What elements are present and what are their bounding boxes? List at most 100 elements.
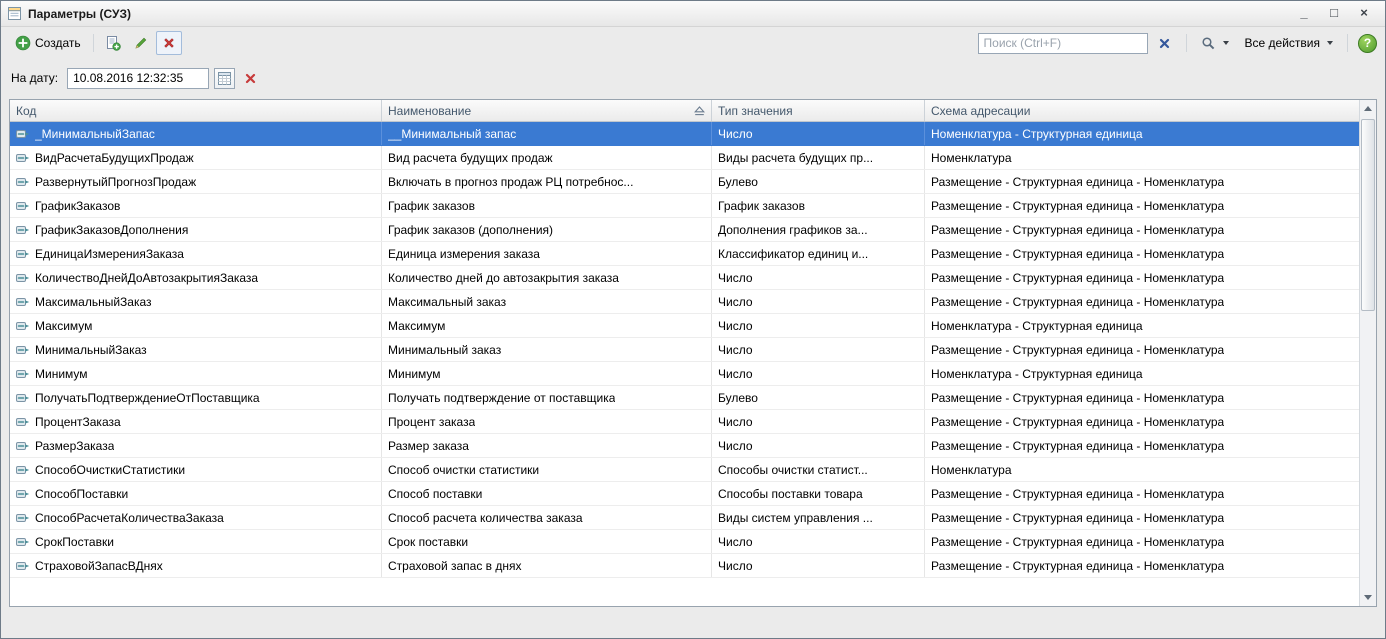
- table-row[interactable]: СрокПоставки Срок поставки Число Размеще…: [10, 530, 1359, 554]
- cell-type: Булево: [712, 386, 925, 409]
- scroll-thumb[interactable]: [1361, 119, 1375, 311]
- table-row[interactable]: ВидРасчетаБудущихПродаж Вид расчета буду…: [10, 146, 1359, 170]
- minimize-button[interactable]: _: [1293, 5, 1315, 23]
- column-header-scheme[interactable]: Схема адресации: [925, 100, 1359, 121]
- create-button-label: Создать: [35, 36, 81, 50]
- cell-code: Минимум: [10, 362, 382, 385]
- table-row[interactable]: МаксимальныйЗаказ Максимальный заказ Чис…: [10, 290, 1359, 314]
- table-row[interactable]: КоличествоДнейДоАвтозакрытияЗаказа Колич…: [10, 266, 1359, 290]
- column-header-name[interactable]: Наименование: [382, 100, 712, 121]
- search-input[interactable]: [978, 33, 1148, 54]
- cell-name: График заказов (дополнения): [382, 218, 712, 241]
- cell-name: Размер заказа: [382, 434, 712, 457]
- cell-scheme: Размещение - Структурная единица - Номен…: [925, 290, 1359, 313]
- parameter-icon: [16, 176, 30, 188]
- cell-code: СрокПоставки: [10, 530, 382, 553]
- cell-name: Процент заказа: [382, 410, 712, 433]
- table-row[interactable]: ГрафикЗаказов График заказов График зака…: [10, 194, 1359, 218]
- cell-type: Виды систем управления ...: [712, 506, 925, 529]
- table-row[interactable]: ГрафикЗаказовДополнения График заказов (…: [10, 218, 1359, 242]
- cell-scheme: Размещение - Структурная единица - Номен…: [925, 194, 1359, 217]
- help-button[interactable]: ?: [1358, 34, 1377, 53]
- cell-type: Число: [712, 554, 925, 577]
- table-row[interactable]: СпособОчисткиСтатистики Способ очистки с…: [10, 458, 1359, 482]
- parameter-icon: [16, 536, 30, 548]
- cell-type: Число: [712, 530, 925, 553]
- calendar-grid-icon: [218, 72, 231, 85]
- table-row[interactable]: ПолучатьПодтверждениеОтПоставщика Получа…: [10, 386, 1359, 410]
- cell-scheme: Размещение - Структурная единица - Номен…: [925, 434, 1359, 457]
- cell-code: РазмерЗаказа: [10, 434, 382, 457]
- edit-button[interactable]: [128, 31, 154, 55]
- parameter-icon: [16, 464, 30, 476]
- cell-scheme: Номенклатура - Структурная единица: [925, 314, 1359, 337]
- cell-name: Получать подтверждение от поставщика: [382, 386, 712, 409]
- help-icon-label: ?: [1364, 36, 1371, 50]
- column-header-type-label: Тип значения: [718, 104, 793, 118]
- cell-type: График заказов: [712, 194, 925, 217]
- parameter-icon: [16, 344, 30, 356]
- cell-type: Способы поставки товара: [712, 482, 925, 505]
- cell-scheme: Размещение - Структурная единица - Номен…: [925, 554, 1359, 577]
- arrow-up-icon: [1364, 106, 1372, 111]
- scroll-track[interactable]: [1360, 117, 1376, 589]
- table-row[interactable]: Минимум Минимум Число Номенклатура - Стр…: [10, 362, 1359, 386]
- parameter-icon: [16, 560, 30, 572]
- cell-scheme: Размещение - Структурная единица - Номен…: [925, 482, 1359, 505]
- create-button[interactable]: Создать: [9, 31, 87, 55]
- clear-cross-icon: [1159, 38, 1170, 49]
- table-row[interactable]: РазмерЗаказа Размер заказа Число Размеще…: [10, 434, 1359, 458]
- search-clear-button[interactable]: [1152, 31, 1178, 55]
- cell-name: Способ поставки: [382, 482, 712, 505]
- column-header-code[interactable]: Код: [10, 100, 382, 121]
- table-row[interactable]: СпособРасчетаКоличестваЗаказа Способ рас…: [10, 506, 1359, 530]
- scroll-down-button[interactable]: [1360, 589, 1376, 606]
- table-row[interactable]: ПроцентЗаказа Процент заказа Число Разме…: [10, 410, 1359, 434]
- cell-code: ГрафикЗаказов: [10, 194, 382, 217]
- table-row[interactable]: ЕдиницаИзмеренияЗаказа Единица измерения…: [10, 242, 1359, 266]
- column-header-code-label: Код: [16, 104, 36, 118]
- cell-name: Минимальный заказ: [382, 338, 712, 361]
- cell-scheme: Номенклатура - Структурная единица: [925, 362, 1359, 385]
- parameter-icon: [16, 392, 30, 404]
- column-header-scheme-label: Схема адресации: [931, 104, 1030, 118]
- window-icon: [7, 6, 22, 21]
- scroll-up-button[interactable]: [1360, 100, 1376, 117]
- date-picker-button[interactable]: [214, 68, 235, 89]
- close-button[interactable]: ×: [1353, 5, 1375, 23]
- cell-scheme: Размещение - Структурная единица - Номен…: [925, 242, 1359, 265]
- cell-code: КоличествоДнейДоАвтозакрытияЗаказа: [10, 266, 382, 289]
- cell-code: СпособПоставки: [10, 482, 382, 505]
- table-row[interactable]: МинимальныйЗаказ Минимальный заказ Число…: [10, 338, 1359, 362]
- column-header-type[interactable]: Тип значения: [712, 100, 925, 121]
- table-row[interactable]: _МинимальныйЗапас __Минимальный запас Чи…: [10, 122, 1359, 146]
- toolbar-separator: [1347, 34, 1348, 52]
- cell-type: Булево: [712, 170, 925, 193]
- maximize-button[interactable]: □: [1323, 5, 1345, 23]
- arrow-down-icon: [1364, 595, 1372, 600]
- date-input[interactable]: [67, 68, 209, 89]
- cell-name: Вид расчета будущих продаж: [382, 146, 712, 169]
- all-actions-button[interactable]: Все действия: [1239, 31, 1339, 55]
- vertical-scrollbar[interactable]: [1359, 100, 1376, 606]
- cell-scheme: Размещение - Структурная единица - Номен…: [925, 410, 1359, 433]
- table-row[interactable]: Максимум Максимум Число Номенклатура - С…: [10, 314, 1359, 338]
- copy-button[interactable]: [100, 31, 126, 55]
- cell-type: Число: [712, 314, 925, 337]
- toolbar-right-group: Все действия ?: [978, 31, 1377, 55]
- table-row[interactable]: РазвернутыйПрогнозПродаж Включать в прог…: [10, 170, 1359, 194]
- delete-button[interactable]: [156, 31, 182, 55]
- cell-code: СпособРасчетаКоличестваЗаказа: [10, 506, 382, 529]
- date-filter-row: На дату:: [1, 59, 1385, 97]
- table-row[interactable]: СтраховойЗапасВДнях Страховой запас в дн…: [10, 554, 1359, 578]
- parameter-icon: [16, 368, 30, 380]
- magnifier-icon: [1201, 36, 1216, 51]
- cell-type: Число: [712, 338, 925, 361]
- table-row[interactable]: СпособПоставки Способ поставки Способы п…: [10, 482, 1359, 506]
- cell-name: Способ очистки статистики: [382, 458, 712, 481]
- search-options-button[interactable]: [1195, 31, 1235, 55]
- date-clear-button[interactable]: [240, 68, 261, 89]
- parameter-icon: [16, 128, 30, 140]
- cell-code: Максимум: [10, 314, 382, 337]
- cell-scheme: Размещение - Структурная единица - Номен…: [925, 386, 1359, 409]
